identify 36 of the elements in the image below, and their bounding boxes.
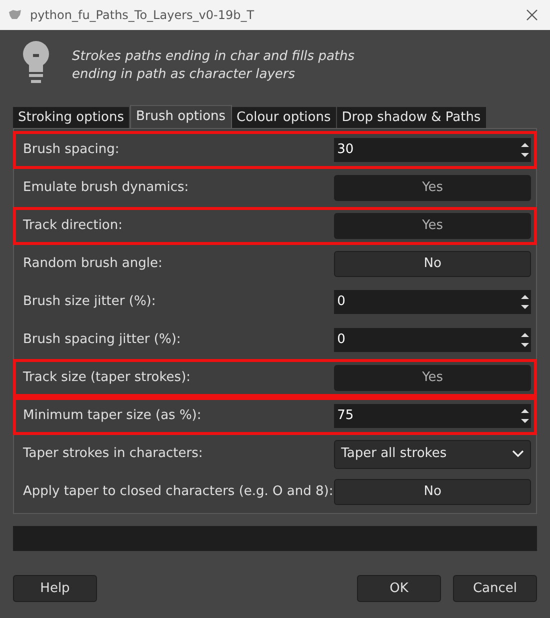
spin-arrows-icon[interactable] <box>521 141 529 159</box>
tab[interactable]: Brush options <box>130 105 232 128</box>
app-icon <box>8 9 22 21</box>
dialog-button[interactable]: Help <box>13 575 97 602</box>
tab[interactable]: Drop shadow & Paths <box>336 107 487 128</box>
field-label: Brush size jitter (%): <box>23 293 157 312</box>
spin-field[interactable]: 0 <box>334 328 531 352</box>
spin-arrows-icon[interactable] <box>521 407 529 425</box>
toggle-button[interactable]: Yes <box>334 213 531 239</box>
toggle-button[interactable]: Yes <box>334 175 531 201</box>
toggle-button[interactable]: Yes <box>334 365 531 391</box>
spin-arrows-icon[interactable] <box>521 331 529 349</box>
field-label: Apply taper to closed characters (e.g. O and 8): <box>23 483 334 502</box>
toggle-button[interactable]: No <box>334 479 531 505</box>
spin-field[interactable]: 0 <box>334 290 531 314</box>
chevron-down-icon <box>512 450 524 458</box>
dialog-button[interactable]: Cancel <box>453 575 537 602</box>
field-label: Emulate brush dynamics: <box>23 179 190 198</box>
field-label: Random brush angle: <box>23 255 164 274</box>
dialog-button[interactable]: OK <box>357 575 441 602</box>
window-title: python_fu_Paths_To_Layers_v0-19b_T <box>30 7 254 24</box>
spin-field[interactable]: 75 <box>334 404 531 428</box>
field-label: Taper strokes in characters: <box>23 445 204 464</box>
tab[interactable]: Stroking options <box>13 107 130 128</box>
field-label: Track direction: <box>23 217 124 236</box>
tab[interactable]: Colour options <box>232 107 337 128</box>
dropdown[interactable]: Taper all strokes <box>334 440 531 468</box>
field-label: Brush spacing: <box>23 141 120 160</box>
description-text: Strokes paths ending in char and fills paths ending in path as character layers <box>72 48 355 84</box>
spin-field[interactable]: 30 <box>334 138 531 162</box>
spin-arrows-icon[interactable] <box>521 293 529 311</box>
close-icon[interactable] <box>526 9 538 21</box>
field-label: Brush spacing jitter (%): <box>23 331 182 350</box>
toggle-button[interactable]: No <box>334 251 531 277</box>
field-label: Minimum taper size (as %): <box>23 407 202 426</box>
field-label: Track size (taper strokes): <box>23 369 192 388</box>
